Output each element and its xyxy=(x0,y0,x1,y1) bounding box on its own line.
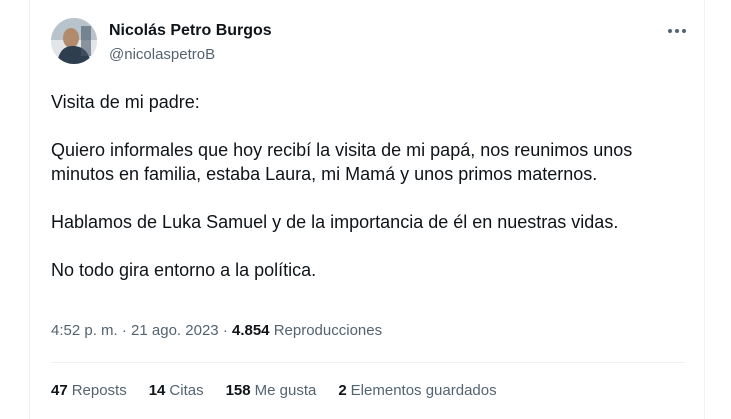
tweet-meta: 4:52 p. m. · 21 ago. 2023 · 4.854 Reprod… xyxy=(51,322,382,339)
bookmarks-link[interactable]: 2 Elementos guardados xyxy=(338,382,496,399)
tweet-date[interactable]: 21 ago. 2023 xyxy=(131,322,219,339)
more-options-icon[interactable] xyxy=(666,22,688,40)
avatar[interactable] xyxy=(51,18,97,64)
divider xyxy=(51,362,685,363)
tweet-text: Visita de mi padre: Quiero informales qu… xyxy=(51,90,691,282)
author-handle[interactable]: @nicolaspetroB xyxy=(109,46,215,63)
meta-separator: · xyxy=(222,322,228,339)
tweet-card: Nicolás Petro Burgos @nicolaspetroB Visi… xyxy=(29,0,705,419)
reposts-link[interactable]: 47 Reposts xyxy=(51,382,127,399)
quotes-count: 14 xyxy=(148,382,166,399)
tweet-paragraph: Hablamos de Luka Samuel y de la importan… xyxy=(51,212,619,232)
bookmarks-label: Elementos guardados xyxy=(350,382,497,399)
tweet-paragraph: Quiero informales que hoy recibí la visi… xyxy=(51,140,633,184)
quotes-label: Citas xyxy=(169,382,204,399)
reposts-label: Reposts xyxy=(71,382,127,399)
views-count: 4.854 xyxy=(231,322,270,339)
reposts-count: 47 xyxy=(51,382,68,399)
tweet-time[interactable]: 4:52 p. m. xyxy=(51,322,118,339)
author-name[interactable]: Nicolás Petro Burgos xyxy=(109,22,272,40)
views-label: Reproducciones xyxy=(273,322,383,339)
quotes-link[interactable]: 14 Citas xyxy=(149,382,204,399)
bookmarks-count: 2 xyxy=(338,382,347,399)
engagement-stats: 47 Reposts 14 Citas 158 Me gusta 2 Elementos… xyxy=(51,382,497,399)
likes-label: Me gusta xyxy=(254,382,317,399)
meta-separator: · xyxy=(121,322,127,339)
tweet-paragraph: Visita de mi padre: xyxy=(51,92,200,112)
tweet-paragraph: No todo gira entorno a la política. xyxy=(51,260,317,280)
likes-link[interactable]: 158 Me gusta xyxy=(226,382,317,399)
likes-count: 158 xyxy=(225,382,251,399)
